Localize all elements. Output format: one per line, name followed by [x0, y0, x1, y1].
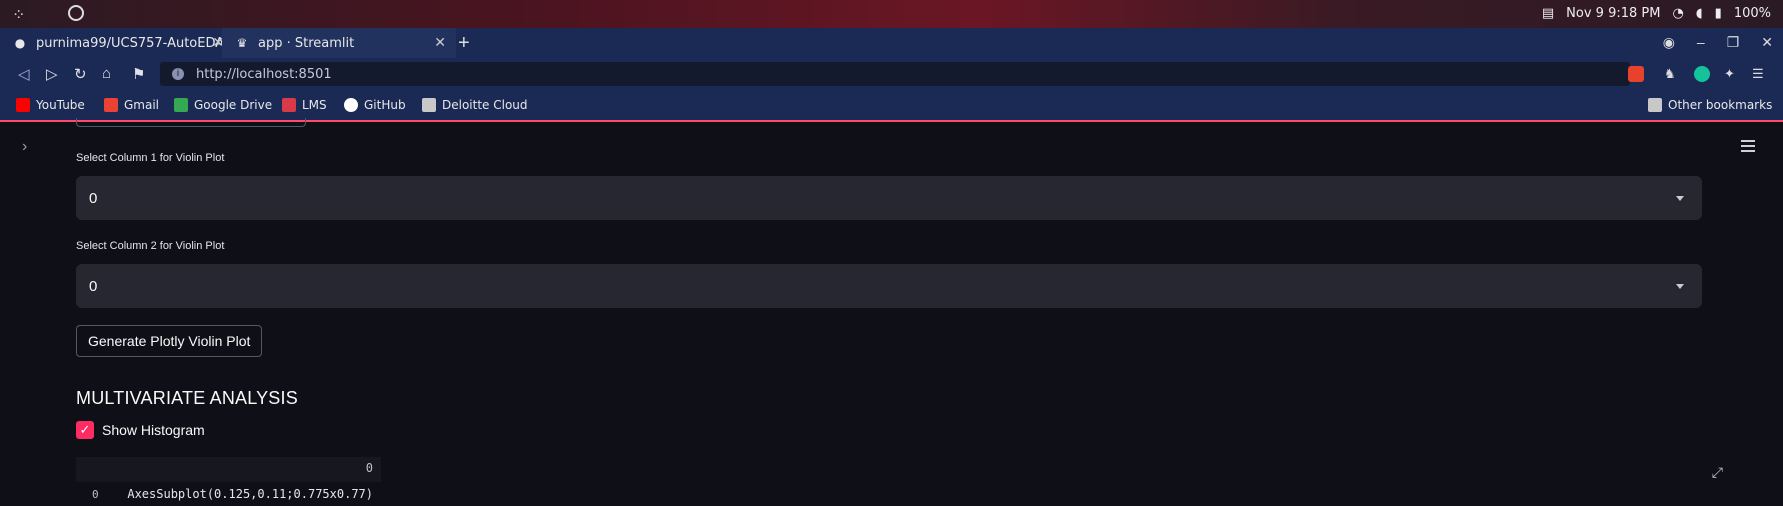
dropdown-arrow-icon[interactable]: [1676, 196, 1684, 201]
profile-icon[interactable]: ◉: [1663, 34, 1675, 51]
generate-violin-plot-button[interactable]: Generate Plotly Violin Plot: [76, 325, 263, 357]
layout-icon[interactable]: ▤: [1542, 6, 1554, 21]
table-row[interactable]: 0 AxesSubplot(0.125,0.11;0.775x0.77): [76, 482, 381, 506]
tab-streamlit-app[interactable]: ♛ app · Streamlit ✕: [222, 28, 456, 58]
main-menu-icon[interactable]: [1741, 140, 1755, 155]
bookmark-gmail[interactable]: Gmail: [104, 98, 159, 112]
folder-icon: [422, 98, 436, 112]
dataframe[interactable]: 0 0 AxesSubplot(0.125,0.11;0.775x0.77): [76, 457, 381, 506]
show-histogram-checkbox[interactable]: ✓ Show Histogram: [76, 421, 205, 439]
github-icon: ●: [14, 36, 26, 50]
grammarly-icon[interactable]: [1694, 66, 1710, 82]
wifi-icon[interactable]: ◔: [1672, 6, 1683, 21]
close-tab-icon[interactable]: ✕: [434, 35, 446, 51]
tab-label: purnima99/UCS757-AutoEDA: [36, 35, 225, 51]
home-icon[interactable]: ⌂: [102, 65, 111, 82]
select-column-2[interactable]: 0: [76, 264, 1702, 308]
google-drive-icon: [174, 98, 188, 112]
youtube-icon: [16, 98, 30, 112]
row-index: 0: [92, 488, 99, 501]
github-icon: [344, 98, 358, 112]
forward-icon[interactable]: ▷: [46, 65, 58, 83]
minimize-icon[interactable]: –: [1697, 34, 1705, 51]
select1-label: Select Column 1 for Violin Plot: [76, 152, 225, 164]
section-heading: MULTIVARIATE ANALYSIS: [76, 388, 298, 408]
browser-tab-bar: ● purnima99/UCS757-AutoEDA ✕ ♛ app · Str…: [0, 28, 1783, 58]
bookmark-icon[interactable]: ⚑: [132, 65, 145, 83]
dropdown-arrow-icon[interactable]: [1676, 284, 1684, 289]
restore-icon[interactable]: ❐: [1727, 34, 1740, 51]
brave-shields-icon[interactable]: [1628, 66, 1644, 82]
streamlit-crown-icon: ♛: [236, 36, 248, 50]
reload-icon[interactable]: ↻: [74, 65, 87, 83]
bookmark-youtube[interactable]: YouTube: [16, 98, 85, 112]
select-value: 0: [89, 190, 98, 207]
tab-label: app · Streamlit: [258, 35, 355, 51]
browser-nav-bar: ◁ ▷ ↻ ⌂ ⚑ i http://localhost:8501 ♞ ✦ ☰: [0, 58, 1783, 90]
folder-icon: [1648, 98, 1662, 112]
checkbox-label: Show Histogram: [102, 422, 205, 438]
bookmark-google-drive[interactable]: Google Drive: [174, 98, 272, 112]
volume-icon[interactable]: ◖: [1696, 6, 1703, 21]
gmail-icon: [104, 98, 118, 112]
battery-icon[interactable]: ▮: [1715, 6, 1722, 21]
select-value: 0: [89, 278, 98, 295]
window-controls: ◉ – ❐ ✕: [1663, 34, 1773, 51]
table-cell[interactable]: AxesSubplot(0.125,0.11;0.775x0.77): [127, 487, 373, 501]
select-column-1[interactable]: 0: [76, 176, 1702, 220]
checkmark-icon[interactable]: ✓: [76, 421, 94, 439]
system-bar: ⁘ ▤ Nov 9 9:18 PM ◔ ◖ ▮ 100%: [0, 0, 1783, 28]
select2-label: Select Column 2 for Violin Plot: [76, 240, 225, 252]
bookmark-github[interactable]: GitHub: [344, 98, 406, 112]
bookmark-deloitte-cloud[interactable]: Deloitte Cloud: [422, 98, 528, 112]
site-info-icon[interactable]: i: [172, 68, 184, 80]
bookmark-lms[interactable]: LMS: [282, 98, 327, 112]
column-header[interactable]: 0: [366, 461, 373, 475]
battery-percent: 100%: [1733, 6, 1771, 21]
menu-icon[interactable]: ☰: [1752, 66, 1768, 82]
datetime[interactable]: Nov 9 9:18 PM: [1566, 6, 1660, 21]
apps-launcher-icon[interactable]: ⁘: [12, 5, 32, 24]
other-bookmarks[interactable]: Other bookmarks: [1648, 98, 1772, 112]
back-icon[interactable]: ◁: [18, 65, 30, 83]
sidebar-expand-icon[interactable]: ›: [22, 138, 27, 156]
workspace-icon[interactable]: [68, 5, 84, 21]
extension-icon[interactable]: ♞: [1664, 66, 1680, 82]
fullscreen-expand-icon[interactable]: ⤢: [1712, 464, 1723, 481]
extensions-puzzle-icon[interactable]: ✦: [1724, 66, 1740, 82]
close-window-icon[interactable]: ✕: [1761, 34, 1773, 51]
new-tab-icon[interactable]: +: [458, 32, 470, 55]
tab-github-repo[interactable]: ● purnima99/UCS757-AutoEDA ✕: [0, 28, 234, 58]
lms-icon: [282, 98, 296, 112]
url-text[interactable]: http://localhost:8501: [196, 67, 332, 82]
address-bar[interactable]: i http://localhost:8501: [160, 62, 1630, 86]
previous-widget-edge: [76, 118, 306, 127]
